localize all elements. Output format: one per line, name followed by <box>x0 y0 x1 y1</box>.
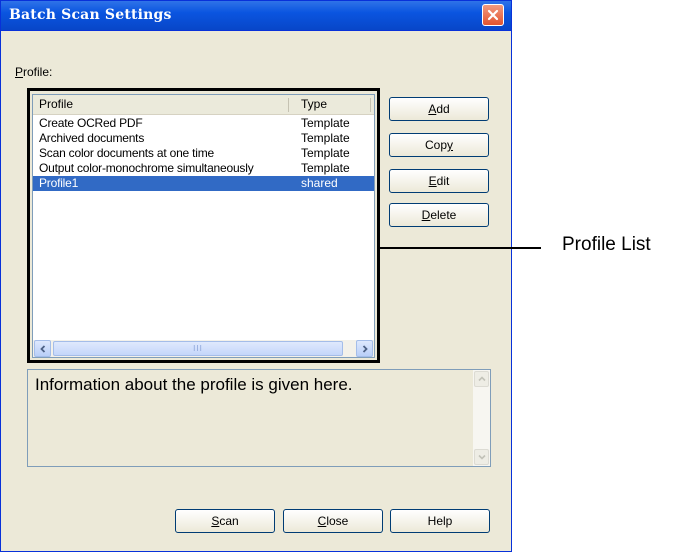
chevron-down-icon <box>477 454 486 460</box>
scroll-down-button[interactable] <box>474 449 489 465</box>
profile-label: Profile: <box>15 65 53 79</box>
profile-info-box[interactable]: Information about the profile is given h… <box>27 369 491 467</box>
batch-scan-settings-dialog: Batch Scan Settings Profile: Profile Typ… <box>0 0 512 552</box>
callout-label: Profile List <box>562 234 651 255</box>
edit-button[interactable]: Edit <box>389 169 489 193</box>
chevron-up-icon <box>477 376 486 382</box>
scroll-up-button[interactable] <box>474 371 489 387</box>
help-button[interactable]: Help <box>390 509 490 533</box>
title-bar[interactable]: Batch Scan Settings <box>1 1 511 31</box>
profile-list-highlight-frame <box>27 88 380 363</box>
callout-line <box>379 247 541 249</box>
close-button[interactable]: Close <box>283 509 383 533</box>
close-icon <box>487 9 499 21</box>
dialog-title: Batch Scan Settings <box>9 7 172 23</box>
profile-info-text: Information about the profile is given h… <box>35 375 353 394</box>
delete-button[interactable]: Delete <box>389 203 489 227</box>
add-button[interactable]: Add <box>389 97 489 121</box>
close-window-button[interactable] <box>482 4 504 26</box>
scan-button[interactable]: Scan <box>175 509 275 533</box>
info-vertical-scrollbar[interactable] <box>473 370 490 466</box>
copy-button[interactable]: Copy <box>389 133 489 157</box>
